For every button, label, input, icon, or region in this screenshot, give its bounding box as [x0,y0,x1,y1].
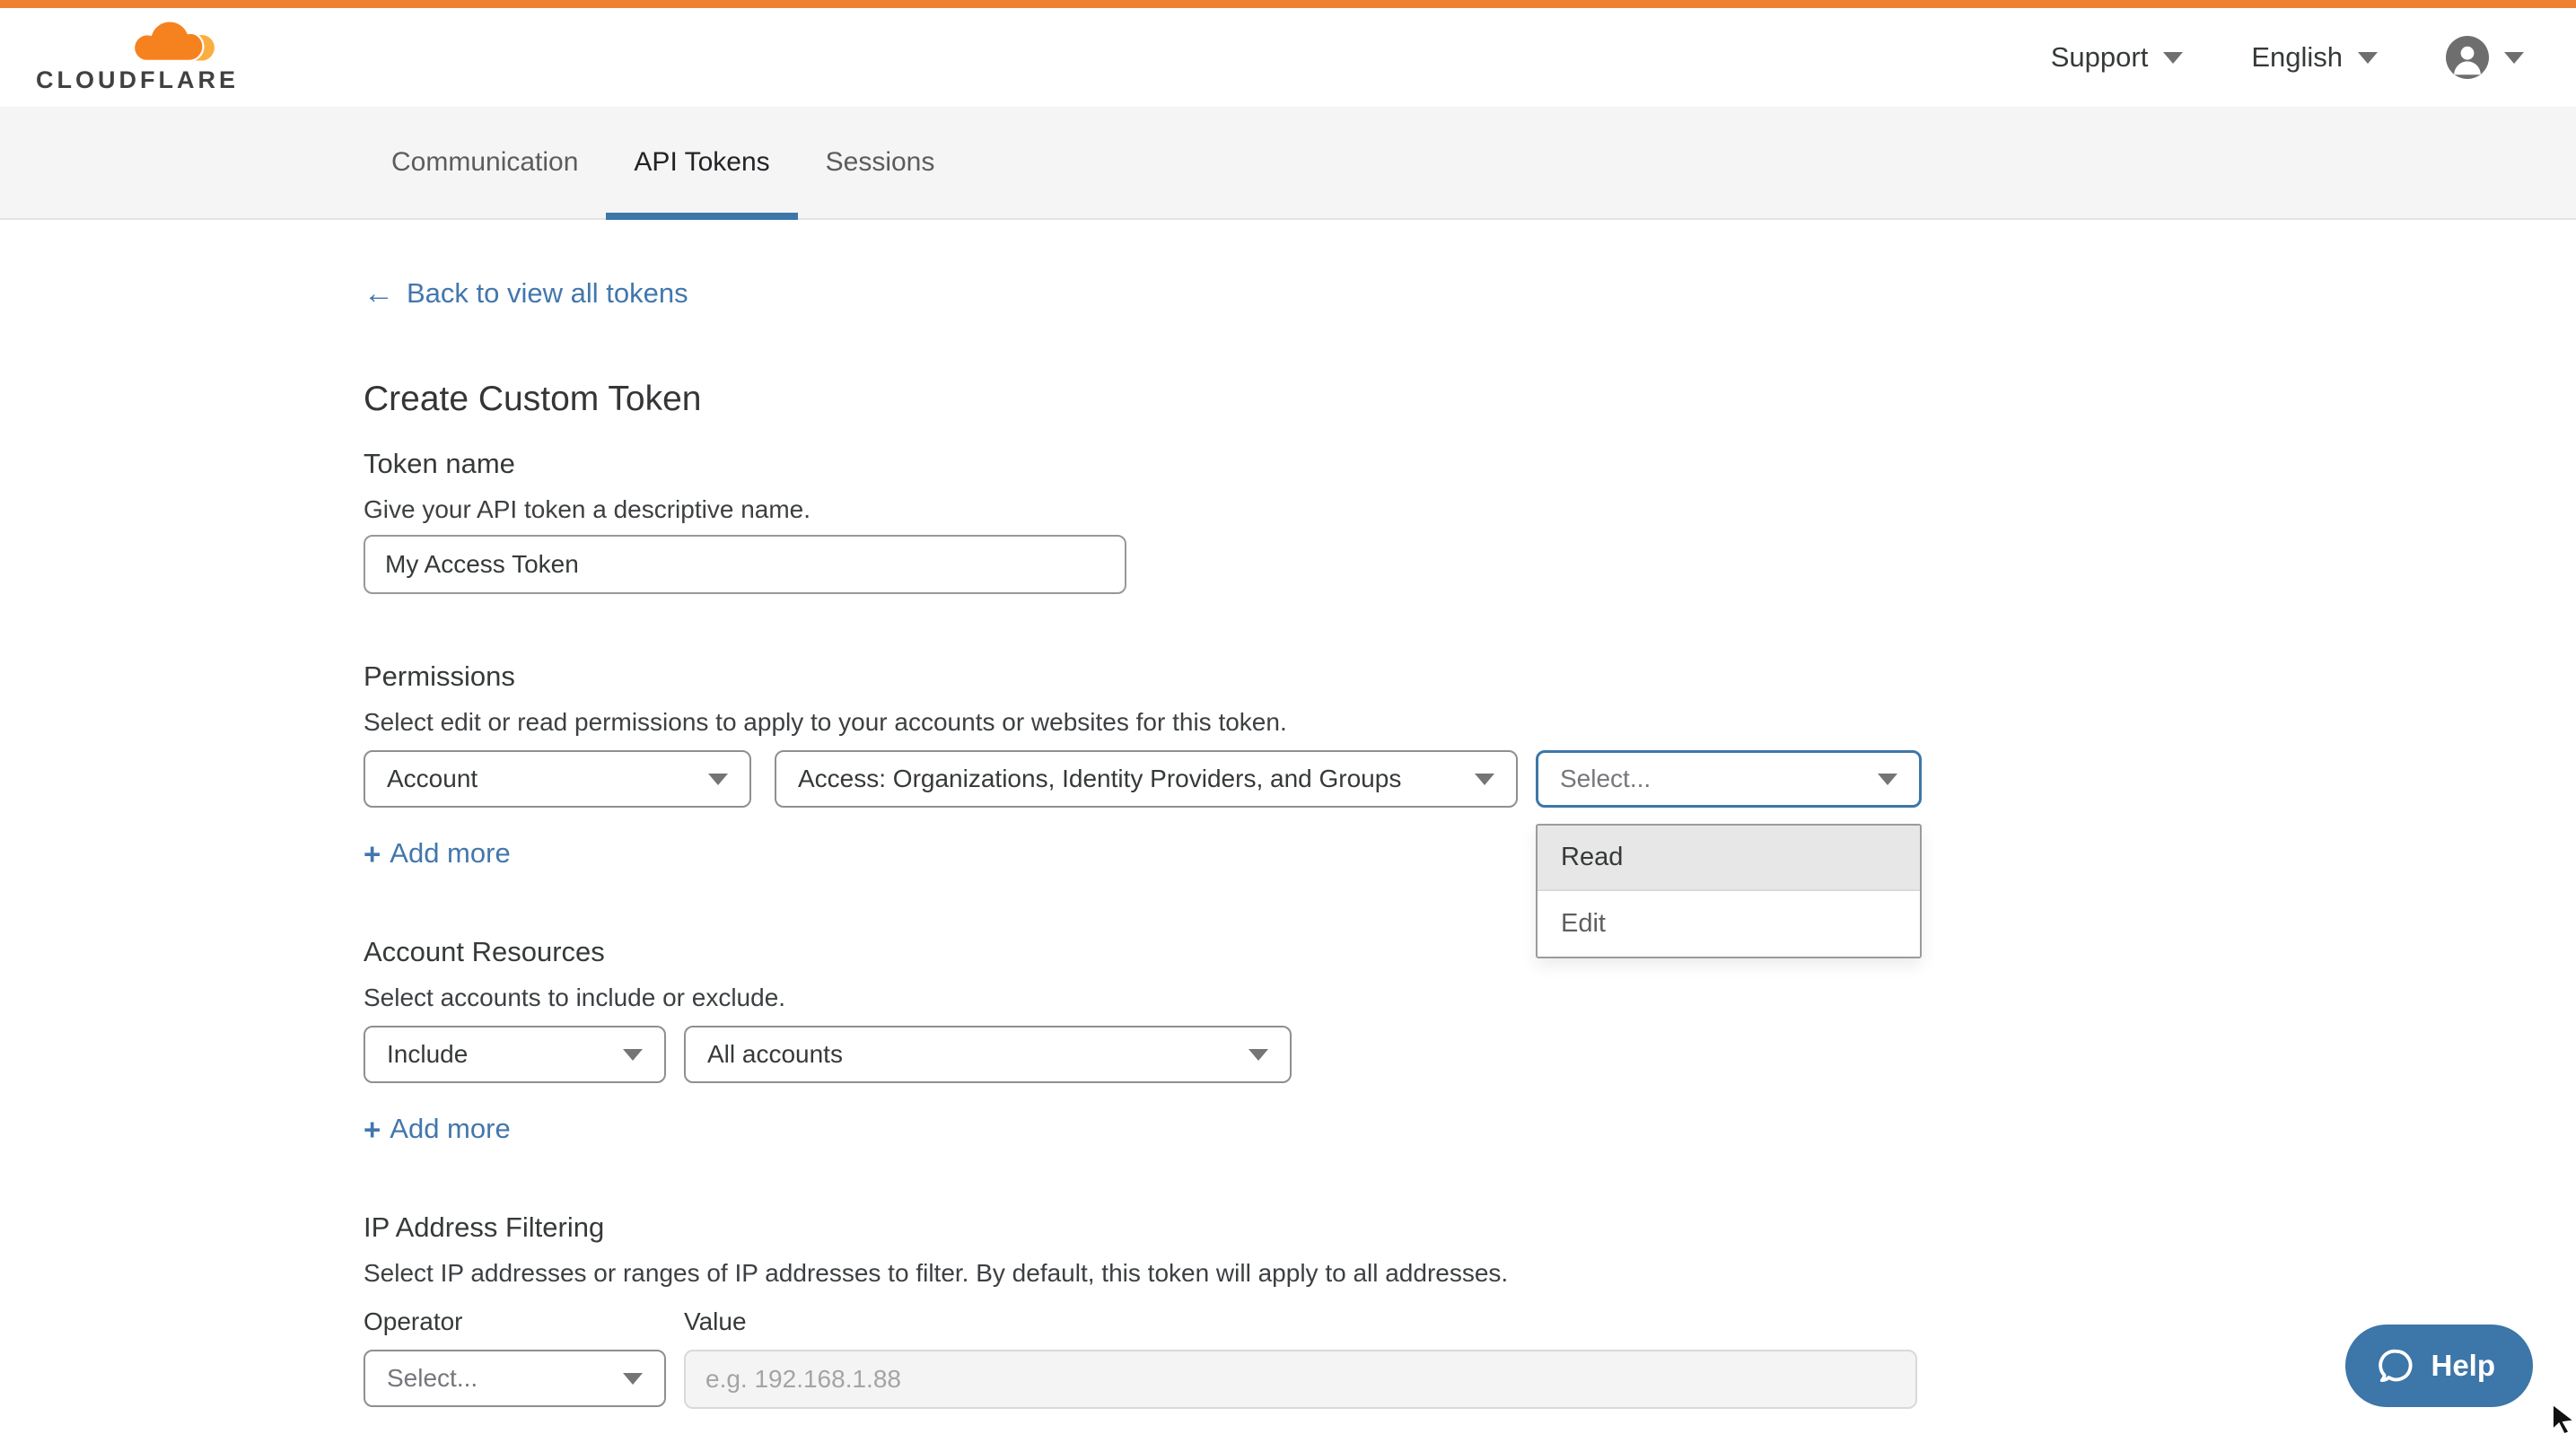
account-resources-row: Include All accounts [364,1026,2576,1083]
user-avatar-icon [2446,36,2489,79]
tab-api-tokens[interactable]: API Tokens [606,107,797,218]
token-name-description: Give your API token a descriptive name. [364,495,2576,524]
permissions-heading: Permissions [364,660,2576,693]
profile-tabbar: Communication API Tokens Sessions [0,107,2576,220]
ip-filtering-heading: IP Address Filtering [364,1211,2576,1244]
plus-icon: + [364,839,381,869]
header: CLOUDFLARE Support English [0,8,2576,107]
permissions-add-more-label: Add more [390,837,510,870]
back-link[interactable]: ← Back to view all tokens [364,277,688,310]
chevron-down-icon [2358,52,2378,64]
permission-group-select[interactable]: Access: Organizations, Identity Provider… [775,750,1518,808]
header-right: Support English [2051,36,2524,79]
permission-scope-value: Account [387,765,478,793]
ip-operator-placeholder: Select... [387,1364,478,1393]
chevron-down-icon [2504,52,2524,64]
ip-filtering-row: Select... [364,1350,2576,1409]
back-arrow-icon: ← [364,278,394,309]
chevron-down-icon [623,1373,643,1385]
permission-access-placeholder: Select... [1560,765,1651,793]
mouse-cursor [2551,1403,2576,1434]
account-resources-add-more-link[interactable]: + Add more [364,1113,511,1145]
plus-icon: + [364,1115,381,1144]
account-resources-section: Account Resources Select accounts to inc… [364,936,2576,1145]
language-menu-label: English [2251,41,2343,74]
page-title: Create Custom Token [364,380,2576,419]
permissions-add-more-link[interactable]: + Add more [364,837,511,870]
chevron-down-icon [2163,52,2183,64]
token-name-heading: Token name [364,448,2576,480]
permission-access-dropdown: Select... Read Edit [1536,750,1922,808]
brand-accent-bar [0,0,2576,8]
account-resources-add-more-label: Add more [390,1113,510,1145]
permission-group-value: Access: Organizations, Identity Provider… [798,765,1401,793]
help-button[interactable]: Help [2345,1325,2533,1407]
cloudflare-logo[interactable]: CLOUDFLARE [36,21,226,94]
account-scope-value: All accounts [707,1040,843,1069]
token-name-section: Token name Give your API token a descrip… [364,448,2576,594]
ip-value-input[interactable] [684,1350,1917,1409]
tab-communication[interactable]: Communication [364,107,606,218]
menu-option-read[interactable]: Read [1538,826,1920,891]
account-scope-select[interactable]: All accounts [684,1026,1292,1083]
help-button-label: Help [2431,1349,2495,1383]
permission-access-select[interactable]: Select... [1536,750,1922,808]
account-mode-select[interactable]: Include [364,1026,666,1083]
language-menu[interactable]: English [2251,41,2378,74]
account-menu[interactable] [2446,36,2524,79]
chevron-down-icon [708,774,728,785]
menu-option-edit[interactable]: Edit [1538,891,1920,957]
token-name-input[interactable] [364,535,1126,594]
permission-access-menu: Read Edit [1536,824,1922,958]
chevron-down-icon [623,1049,643,1061]
value-label: Value [684,1307,747,1336]
permission-scope-select[interactable]: Account [364,750,751,808]
account-mode-value: Include [387,1040,468,1069]
permissions-section: Permissions Select edit or read permissi… [364,660,2576,870]
ip-filtering-section: IP Address Filtering Select IP addresses… [364,1211,2576,1409]
ip-filtering-description: Select IP addresses or ranges of IP addr… [364,1259,2576,1288]
tab-sessions[interactable]: Sessions [798,107,963,218]
chevron-down-icon [1249,1049,1268,1061]
chevron-down-icon [1475,774,1494,785]
chat-bubble-icon [2376,1346,2415,1386]
support-menu-label: Support [2051,41,2149,74]
main-content: ← Back to view all tokens Create Custom … [0,220,2576,1409]
permissions-description: Select edit or read permissions to apply… [364,708,2576,737]
ip-operator-select[interactable]: Select... [364,1350,666,1407]
cloudflare-cloud-icon [124,21,217,64]
chevron-down-icon [1878,774,1897,785]
account-resources-heading: Account Resources [364,936,2576,968]
operator-label: Operator [364,1307,684,1336]
permissions-row: Account Access: Organizations, Identity … [364,750,2576,808]
account-resources-description: Select accounts to include or exclude. [364,984,2576,1012]
support-menu[interactable]: Support [2051,41,2184,74]
back-link-label: Back to view all tokens [407,277,688,310]
cloudflare-wordmark: CLOUDFLARE [36,66,226,94]
ip-filtering-labels: Operator Value [364,1307,2576,1336]
